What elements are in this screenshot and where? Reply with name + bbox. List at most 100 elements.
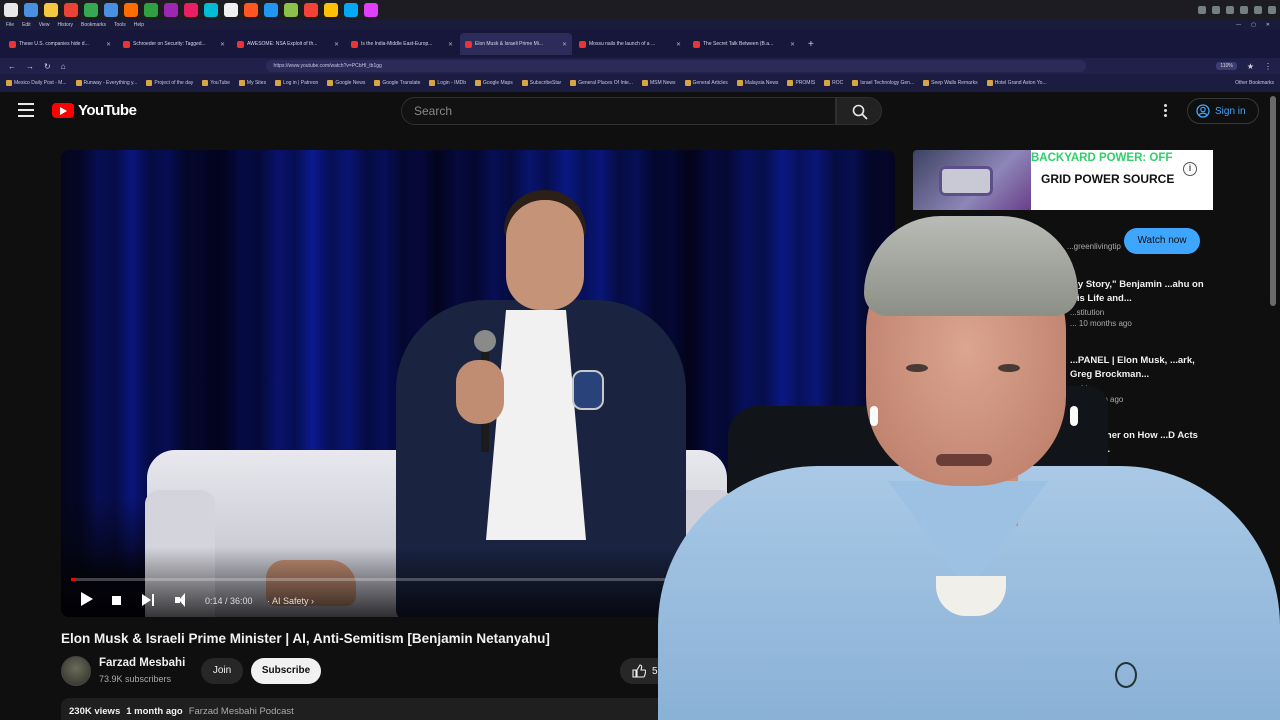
tray-icon[interactable] [1212, 6, 1220, 14]
bookmark-item[interactable]: My Sites [238, 80, 267, 86]
new-tab-icon[interactable]: + [802, 39, 820, 50]
forward-icon[interactable]: → [26, 62, 34, 71]
bookmark-item[interactable]: Seep Walls Remarks [923, 80, 978, 86]
next-icon[interactable] [141, 593, 155, 607]
bookmark-item[interactable]: General Articles [684, 80, 728, 86]
menu-bookmarks[interactable]: Bookmarks [81, 22, 106, 28]
close-window-icon[interactable]: ✕ [1266, 22, 1270, 28]
video-tag[interactable]: Farzad Mesbahi Podcast [189, 706, 294, 717]
maximize-icon[interactable]: ▢ [1251, 22, 1256, 28]
taskbar-app-icon[interactable] [84, 3, 98, 17]
menu-history[interactable]: History [57, 22, 73, 28]
browser-tab[interactable]: AWESOME: NSA Exploit of th... ✕ [232, 33, 344, 55]
taskbar-app-icon[interactable] [24, 3, 38, 17]
taskbar-app-icon[interactable] [164, 3, 178, 17]
menu-edit[interactable]: Edit [22, 22, 31, 28]
minimize-icon[interactable]: — [1236, 22, 1241, 28]
taskbar-app-icon[interactable] [364, 3, 378, 17]
sign-in-button[interactable]: Sign in [1187, 98, 1259, 124]
tab-close-icon[interactable]: ✕ [220, 41, 225, 48]
search-button[interactable] [836, 97, 882, 125]
url-field[interactable]: https://www.youtube.com/watch?v=PCbHI_tb… [265, 60, 1086, 72]
bookmark-item[interactable]: SubscribeStar [521, 80, 561, 86]
channel-name[interactable]: Farzad Mesbahi [99, 657, 185, 669]
browser-tab[interactable]: Schroeder on Security: Tagged... ✕ [118, 33, 230, 55]
zoom-badge[interactable]: 110% [1216, 62, 1237, 70]
tab-close-icon[interactable]: ✕ [790, 41, 795, 48]
browser-tab[interactable]: Elon Musk & Israeli Prime Mi... ✕ [460, 33, 572, 55]
youtube-logo[interactable]: YouTube [52, 102, 137, 119]
menu-tools[interactable]: Tools [114, 22, 126, 28]
tab-close-icon[interactable]: ✕ [562, 41, 567, 48]
hamburger-menu-icon[interactable] [18, 103, 34, 117]
taskbar-app-icon[interactable] [324, 3, 338, 17]
tab-close-icon[interactable]: ✕ [334, 41, 339, 48]
extensions-icon[interactable]: ⋮ [1264, 62, 1272, 71]
tab-close-icon[interactable]: ✕ [106, 41, 111, 48]
bookmark-item[interactable]: ROC [824, 80, 843, 86]
other-bookmarks[interactable]: Other Bookmarks [1235, 80, 1274, 86]
tray-icon[interactable] [1240, 6, 1248, 14]
menu-view[interactable]: View [39, 22, 50, 28]
join-button[interactable]: Join [201, 658, 243, 684]
taskbar-app-icon[interactable] [284, 3, 298, 17]
tray-icon[interactable] [1268, 6, 1276, 14]
bookmark-item[interactable]: Malaysia News [736, 80, 778, 86]
bookmark-item[interactable]: Project of the day [146, 80, 193, 86]
taskbar-app-icon[interactable] [184, 3, 198, 17]
taskbar-app-icon[interactable] [144, 3, 158, 17]
chapter-button[interactable]: · AI Safety › [267, 596, 314, 606]
tab-close-icon[interactable]: ✕ [676, 41, 681, 48]
bookmark-item[interactable]: Google Maps [475, 80, 513, 86]
tray-icon[interactable] [1226, 6, 1234, 14]
bookmark-item[interactable]: MSM News [641, 80, 676, 86]
tab-close-icon[interactable]: ✕ [448, 41, 453, 48]
taskbar-app-icon[interactable] [224, 3, 238, 17]
settings-kebab-icon[interactable] [1160, 104, 1170, 120]
home-icon[interactable]: ⌂ [61, 62, 66, 71]
bookmark-item[interactable]: YouTube [202, 80, 230, 86]
browser-tab[interactable]: These U.S. companies hide d... ✕ [4, 33, 116, 55]
back-icon[interactable]: ← [8, 62, 16, 71]
browser-tab[interactable]: Is the India-Middle East-Europ... ✕ [346, 33, 458, 55]
taskbar-app-icon[interactable] [4, 3, 18, 17]
channel-avatar[interactable] [61, 656, 91, 686]
bookmark-item[interactable]: Google News [327, 80, 365, 86]
bookmark-item[interactable]: Hotel Grand Aston Yo... [986, 80, 1047, 86]
taskbar-app-icon[interactable] [344, 3, 358, 17]
bookmark-label: My Sites [246, 80, 267, 86]
bookmark-item[interactable]: Israel Technology Gen... [852, 80, 914, 86]
info-icon[interactable]: i [1183, 162, 1197, 176]
bookmark-item[interactable]: Log in | Patreon [275, 80, 318, 86]
bookmark-item[interactable]: Google Translate [374, 80, 420, 86]
bookmark-item[interactable]: Login - IMDb [429, 80, 466, 86]
reload-icon[interactable]: ↻ [44, 62, 51, 71]
taskbar-app-icon[interactable] [244, 3, 258, 17]
bookmark-label: Israel Technology Gen... [860, 80, 915, 86]
play-icon[interactable] [79, 591, 93, 607]
menu-file[interactable]: File [6, 22, 14, 28]
bookmark-item[interactable]: General Places Of Inte... [570, 80, 633, 86]
bookmark-icon [327, 80, 334, 86]
stop-icon[interactable] [112, 596, 121, 605]
browser-tab[interactable]: Mossu nails the launch of a ... ✕ [574, 33, 686, 55]
taskbar-app-icon[interactable] [64, 3, 78, 17]
browser-tab[interactable]: The Secret Talk Between (B.a... ✕ [688, 33, 800, 55]
taskbar-app-icon[interactable] [304, 3, 318, 17]
bookmark-item[interactable]: Mexico Daily Post - M... [6, 80, 67, 86]
tab-label: Schroeder on Security: Tagged... [133, 41, 206, 47]
menu-help[interactable]: Help [134, 22, 144, 28]
taskbar-app-icon[interactable] [204, 3, 218, 17]
search-input[interactable]: Search [401, 97, 836, 125]
tray-icon[interactable] [1198, 6, 1206, 14]
bookmark-star-icon[interactable]: ★ [1247, 62, 1254, 71]
taskbar-app-icon[interactable] [264, 3, 278, 17]
subscribe-button[interactable]: Subscribe [251, 658, 321, 684]
bookmark-item[interactable]: Runway - Everything y... [75, 80, 137, 86]
taskbar-app-icon[interactable] [124, 3, 138, 17]
taskbar-app-icon[interactable] [104, 3, 118, 17]
taskbar-app-icon[interactable] [44, 3, 58, 17]
tray-icon[interactable] [1254, 6, 1262, 14]
volume-icon[interactable] [175, 593, 191, 607]
bookmark-item[interactable]: PROMIS [787, 80, 815, 86]
